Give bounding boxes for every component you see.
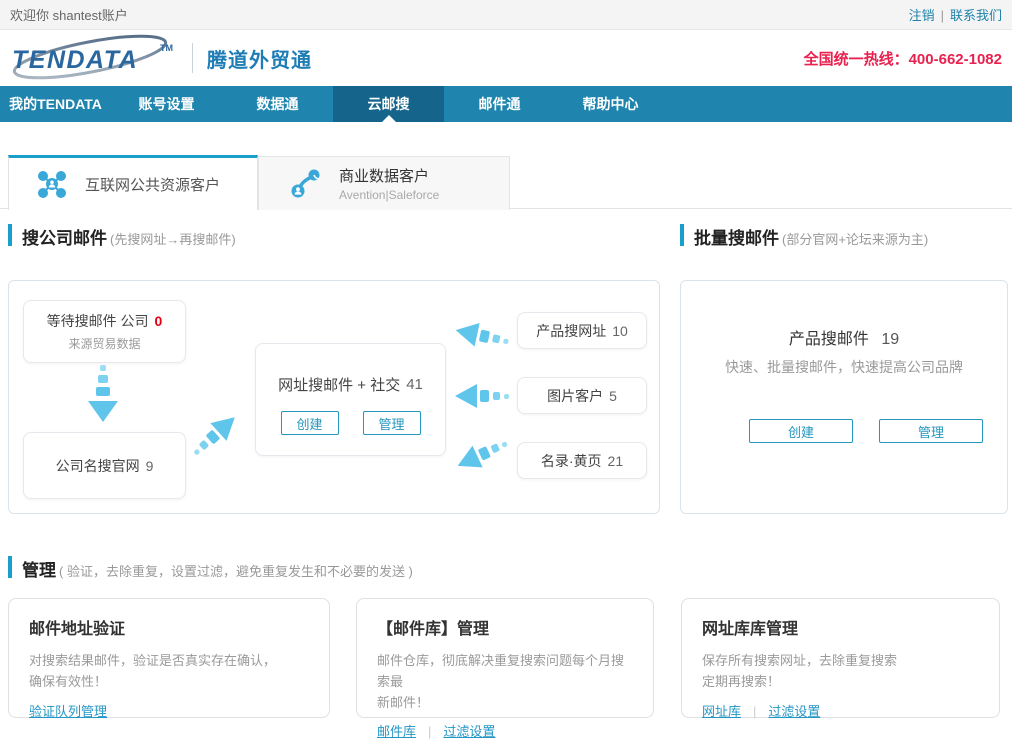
directory-yellowpages-count: 21 — [608, 453, 624, 469]
filter-settings-link[interactable]: 过滤设置 — [443, 724, 495, 739]
arrow-down-icon — [85, 365, 121, 427]
arrow-left-icon — [455, 381, 511, 411]
nav-item-help-center[interactable]: 帮助中心 — [555, 86, 666, 122]
card-title: 邮件地址验证 — [29, 615, 309, 639]
card-body-line: 确保有效性！ — [29, 672, 309, 693]
logout-link[interactable]: 注销 — [909, 8, 935, 23]
network-users-icon — [35, 167, 69, 201]
waiting-companies-count: 0 — [155, 313, 163, 329]
url-library-card: 网址库库管理 保存所有搜索网址，去除重复搜索 定期再搜索！ 网址库 | 过滤设置 — [681, 598, 1000, 718]
card-title: 网址库库管理 — [702, 615, 979, 639]
hotline-text: 全国统一热线：400-662-1082 — [804, 48, 1002, 69]
company-name-search-label: 公司名搜官网 — [56, 456, 140, 476]
arrow-left-icon — [451, 429, 514, 480]
tab-internet-label: 互联网公共资源客户 — [85, 174, 220, 195]
product-search-url-box[interactable]: 产品搜网址 10 — [517, 312, 647, 349]
arrow-left-icon — [452, 316, 513, 357]
manage-button[interactable]: 管理 — [879, 419, 983, 443]
card-body-line: 对搜索结果邮件，验证是否真实存在确认， — [29, 651, 309, 672]
arrow-up-right-icon — [182, 405, 245, 466]
card-body-line: 定期再搜索！ — [702, 672, 979, 693]
section-subtitle: ( 验证，去除重复，设置过滤，避免重复发生和不必要的发送 ) — [59, 561, 413, 580]
nav-item-cloud-mail-search[interactable]: 云邮搜 — [333, 86, 444, 122]
directory-yellowpages-box[interactable]: 名录·黄页 21 — [517, 442, 647, 479]
company-name-search-count: 9 — [146, 458, 154, 474]
email-library-link[interactable]: 邮件库 — [377, 724, 416, 739]
nav-item-data-tong[interactable]: 数据通 — [222, 86, 333, 122]
image-customers-count: 5 — [609, 388, 617, 404]
tab-business-data[interactable]: 商业数据客户 Avention|Saleforce — [258, 156, 510, 210]
product-search-url-label: 产品搜网址 — [536, 321, 606, 341]
waiting-companies-label: 等待搜邮件 公司 — [47, 311, 149, 331]
contact-us-link[interactable]: 联系我们 — [950, 8, 1002, 23]
product-search-email-label: 产品搜邮件 — [789, 331, 869, 348]
card-body-line: 保存所有搜索网址，去除重复搜索 — [702, 651, 979, 672]
brand-bar: TENDATA TM 腾道外贸通 全国统一热线：400-662-1082 — [0, 30, 1012, 86]
section-title: 管理 — [22, 556, 56, 581]
directory-yellowpages-label: 名录·黄页 — [541, 451, 602, 471]
section-head-search-company: 搜公司邮件 (先搜网址→再搜邮件) — [8, 224, 236, 246]
main-nav: 我的TENDATA 账号设置 数据通 云邮搜 邮件通 帮助中心 — [0, 86, 1012, 122]
create-button[interactable]: 创建 — [281, 411, 339, 435]
section-head-manage: 管理 ( 验证，去除重复，设置过滤，避免重复发生和不必要的发送 ) — [8, 556, 413, 578]
url-library-link[interactable]: 网址库 — [702, 704, 741, 719]
section-title: 批量搜邮件 — [694, 224, 779, 249]
nav-item-mail-tong[interactable]: 邮件通 — [444, 86, 555, 122]
image-customers-box[interactable]: 图片客户 5 — [517, 377, 647, 414]
waiting-companies-box[interactable]: 等待搜邮件 公司 0 来源贸易数据 — [23, 300, 186, 363]
card-title: 【邮件库】管理 — [377, 615, 633, 639]
section-title: 搜公司邮件 — [22, 224, 107, 249]
card-body-line: 邮件仓库，彻底解决重复搜索问题每个月搜索最 — [377, 651, 633, 693]
product-search-url-count: 10 — [612, 323, 628, 339]
nav-item-account-settings[interactable]: 账号设置 — [111, 86, 222, 122]
card-body: 对搜索结果邮件，验证是否真实存在确认， 确保有效性！ — [29, 651, 309, 693]
logo-tm-mark: TM — [160, 43, 173, 53]
link-separator: | — [753, 704, 756, 719]
email-library-card: 【邮件库】管理 邮件仓库，彻底解决重复搜索问题每个月搜索最 新邮件！ 邮件库|过… — [356, 598, 654, 718]
manage-button[interactable]: 管理 — [363, 411, 421, 435]
url-search-email-count: 41 — [406, 376, 423, 393]
card-body-line: 新邮件！ — [377, 693, 633, 714]
product-search-email-count: 19 — [881, 331, 899, 348]
tendata-logo: TENDATA TM — [10, 33, 182, 83]
create-button[interactable]: 创建 — [749, 419, 853, 443]
card-body: 保存所有搜索网址，去除重复搜索 定期再搜索！ — [702, 651, 979, 693]
card-body: 邮件仓库，彻底解决重复搜索问题每个月搜索最 新邮件！ — [377, 651, 633, 713]
product-name: 腾道外贸通 — [207, 44, 312, 73]
batch-search-panel: 产品搜邮件 19 快速、批量搜邮件，快速提高公司品牌 创建 管理 — [680, 280, 1008, 514]
url-search-email-box: 网址搜邮件 + 社交 41 创建 管理 — [255, 343, 446, 456]
section-head-batch-search: 批量搜邮件 (部分官网+论坛来源为主) — [680, 224, 928, 246]
link-separator: | — [428, 724, 431, 739]
email-verification-card: 邮件地址验证 对搜索结果邮件，验证是否真实存在确认， 确保有效性！ 验证队列管理 — [8, 598, 330, 718]
brand-divider — [192, 43, 193, 73]
section-subtitle: (先搜网址→再搜邮件) — [110, 229, 236, 248]
image-customers-label: 图片客户 — [547, 386, 603, 406]
tab-business-label: 商业数据客户 — [339, 165, 439, 186]
topbar-links: 注销 | 联系我们 — [909, 5, 1002, 24]
top-utility-bar: 欢迎你 shantest账户 注销 | 联系我们 — [0, 0, 1012, 30]
product-search-email-title: 产品搜邮件 19 — [681, 325, 1007, 349]
topbar-separator: | — [941, 8, 944, 23]
logo-wordmark: TENDATA — [12, 46, 138, 74]
url-search-email-label: 网址搜邮件 + 社交 — [278, 374, 400, 395]
section-subtitle: (部分官网+论坛来源为主) — [782, 229, 928, 248]
nav-item-my-tendata[interactable]: 我的TENDATA — [0, 86, 111, 122]
tab-internet-public-resources[interactable]: 互联网公共资源客户 — [8, 155, 258, 210]
share-person-icon — [289, 167, 323, 201]
verification-queue-link[interactable]: 验证队列管理 — [29, 704, 107, 719]
search-flow-panel: 等待搜邮件 公司 0 来源贸易数据 公司名搜官网 9 网址搜邮件 + 社交 41 — [8, 280, 660, 514]
filter-settings-link[interactable]: 过滤设置 — [768, 704, 820, 719]
batch-panel-description: 快速、批量搜邮件，快速提高公司品牌 — [681, 357, 1007, 377]
tab-row: 互联网公共资源客户 商业数据客户 Avention|Saleforce — [0, 155, 1012, 209]
welcome-text: 欢迎你 shantest账户 — [10, 5, 128, 24]
company-name-search-box[interactable]: 公司名搜官网 9 — [23, 432, 186, 499]
tab-business-subtitle: Avention|Saleforce — [339, 188, 439, 202]
waiting-companies-source: 来源贸易数据 — [68, 335, 140, 352]
